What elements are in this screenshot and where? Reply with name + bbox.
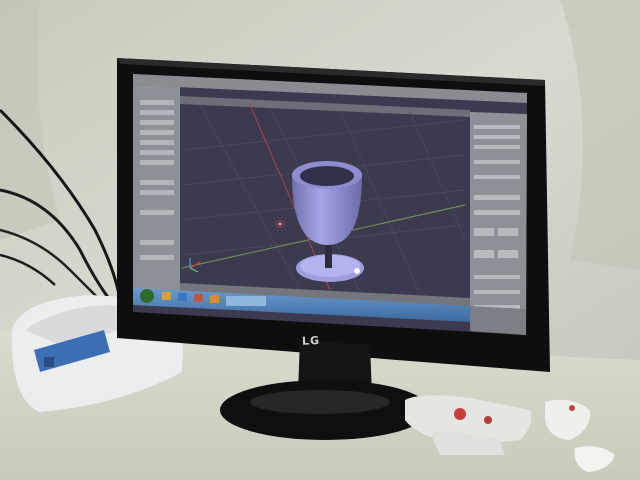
device-button	[44, 357, 54, 367]
start-button[interactable]	[140, 289, 154, 303]
red-pill	[454, 408, 466, 420]
monitor-logo: LG	[301, 334, 321, 348]
bottom-right-bar	[470, 306, 526, 335]
photo-scene	[0, 0, 640, 480]
goblet-model-icon	[292, 161, 364, 282]
object-origin	[354, 268, 360, 274]
red-spot	[569, 405, 575, 411]
red-pill	[484, 416, 492, 424]
monitor-base-shine	[250, 390, 390, 414]
tool-shelf	[133, 85, 180, 292]
